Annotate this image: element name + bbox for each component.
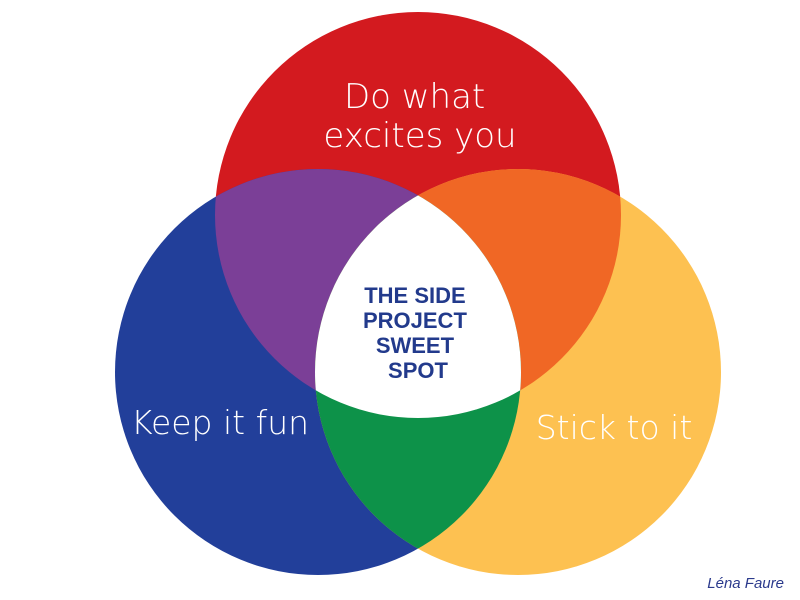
- label-stick-to-it: Stick to it: [536, 408, 693, 447]
- label-top-line-2: excites you: [323, 116, 516, 156]
- label-top-line-1: Do what: [344, 77, 485, 117]
- sweet-spot-line-2: PROJECT: [363, 308, 467, 333]
- label-keep-it-fun: Keep it fun: [131, 403, 309, 442]
- sweet-spot-line-3: SWEET: [376, 333, 455, 358]
- sweet-spot-line-4: SPOT: [388, 358, 448, 383]
- sweet-spot-line-1: THE SIDE: [364, 283, 465, 308]
- label-do-what-excites-you: Do what excites you: [323, 77, 516, 156]
- author-credit: Léna Faure: [707, 575, 784, 592]
- venn-diagram: Do what excites you Keep it fun Stick to…: [115, 12, 784, 592]
